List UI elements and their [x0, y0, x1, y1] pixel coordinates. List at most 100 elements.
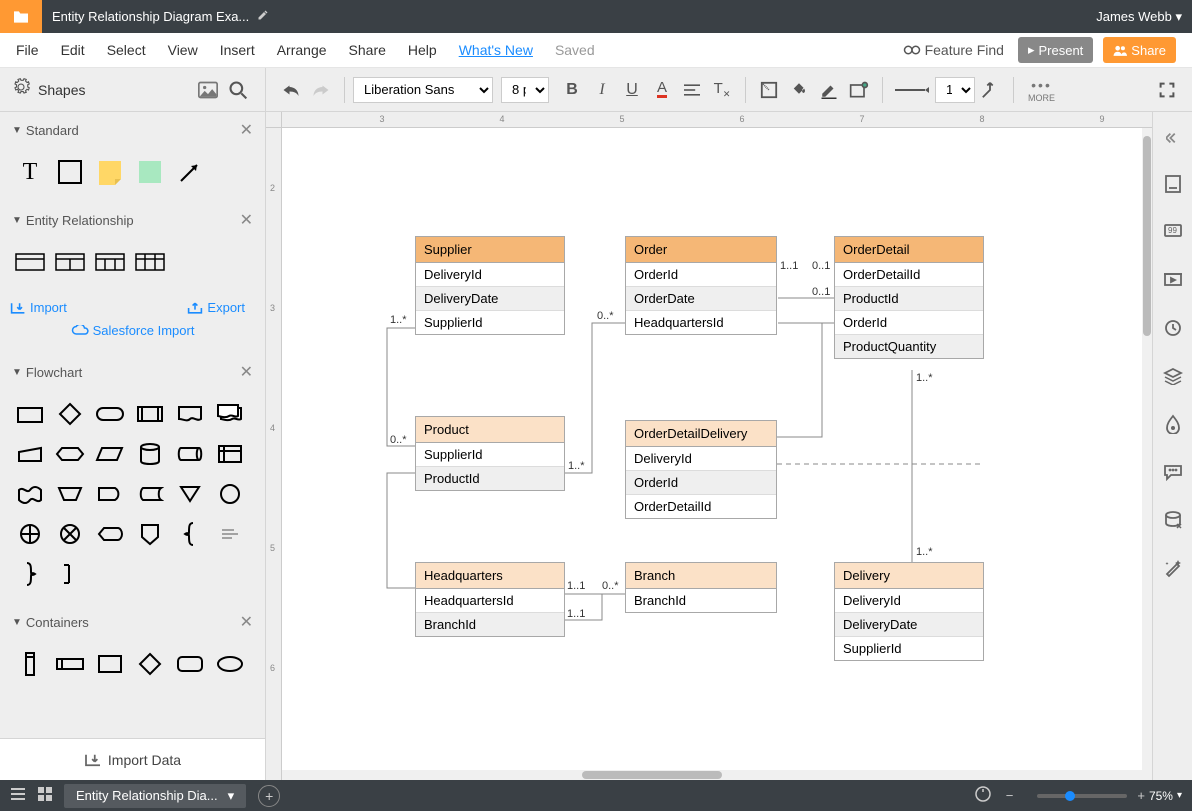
entity-delivery[interactable]: Delivery DeliveryId DeliveryDate Supplie… [834, 562, 984, 661]
close-icon[interactable]: ✕ [240, 612, 253, 632]
zoom-in-button[interactable]: + [1137, 788, 1145, 803]
gear-icon[interactable] [12, 78, 30, 101]
list-view-icon[interactable] [10, 787, 26, 804]
comments-icon[interactable]: 99 [1159, 218, 1187, 246]
cont-6[interactable] [210, 644, 250, 684]
section-entity[interactable]: ▼Entity Relationship✕ [0, 202, 265, 238]
magic-icon[interactable] [1159, 554, 1187, 582]
fc-internalstorage[interactable] [210, 434, 250, 474]
underline-icon[interactable]: U [619, 77, 645, 103]
fc-summing[interactable] [50, 514, 90, 554]
edit-title-icon[interactable] [257, 9, 269, 24]
fc-notetext[interactable] [210, 514, 250, 554]
user-menu[interactable]: James Webb ▾ [1096, 9, 1192, 25]
fc-bracer[interactable] [170, 514, 210, 554]
align-icon[interactable] [679, 77, 705, 103]
fc-display[interactable] [90, 514, 130, 554]
clear-format-icon[interactable]: T✕ [709, 77, 735, 103]
cont-3[interactable] [90, 644, 130, 684]
close-icon[interactable]: ✕ [240, 210, 253, 230]
er-shape-2[interactable] [50, 242, 90, 282]
line-width-select[interactable]: 1 px [935, 77, 975, 103]
canvas-area[interactable]: 3 4 5 6 7 8 9 2 3 4 5 6 7 [266, 112, 1152, 780]
font-size-select[interactable]: 8 pt [501, 77, 549, 103]
fc-delay[interactable] [90, 474, 130, 514]
italic-icon[interactable]: I [589, 77, 615, 103]
undo-icon[interactable] [278, 77, 304, 103]
section-standard[interactable]: ▼Standard✕ [0, 112, 265, 148]
layers-icon[interactable] [1159, 362, 1187, 390]
cont-2[interactable] [50, 644, 90, 684]
theme-icon[interactable] [1159, 410, 1187, 438]
fc-storeddata[interactable] [130, 474, 170, 514]
bold-icon[interactable]: B [559, 77, 585, 103]
actual-size-icon[interactable] [974, 785, 992, 806]
entity-orderdetail[interactable]: OrderDetail OrderDetailId ProductId Orde… [834, 236, 984, 359]
menu-insert[interactable]: Insert [220, 42, 255, 58]
close-icon[interactable]: ✕ [240, 362, 253, 382]
history-icon[interactable] [1159, 314, 1187, 342]
fc-note[interactable] [50, 554, 90, 594]
data-icon[interactable] [1159, 506, 1187, 534]
menu-share[interactable]: Share [349, 42, 386, 58]
search-icon[interactable] [225, 77, 251, 103]
fc-database[interactable] [130, 434, 170, 474]
fc-preparation[interactable] [50, 434, 90, 474]
line-shape-icon[interactable] [977, 77, 1003, 103]
zoom-value[interactable]: 75% [1149, 789, 1173, 803]
folder-icon[interactable] [0, 0, 42, 33]
fc-decision[interactable] [50, 394, 90, 434]
fc-papertape[interactable] [10, 474, 50, 514]
section-containers[interactable]: ▼Containers✕ [0, 604, 265, 640]
shape-note[interactable] [90, 152, 130, 192]
cont-4[interactable] [130, 644, 170, 684]
fc-process[interactable] [10, 394, 50, 434]
chat-icon[interactable] [1159, 458, 1187, 486]
er-shape-1[interactable] [10, 242, 50, 282]
menu-whats-new[interactable]: What's New [459, 42, 533, 58]
fc-manualinput[interactable] [10, 434, 50, 474]
fc-bracel[interactable] [10, 554, 50, 594]
fc-document[interactable] [170, 394, 210, 434]
shape-hotspot[interactable] [130, 152, 170, 192]
add-page-button[interactable]: + [258, 785, 280, 807]
fc-predefined[interactable] [130, 394, 170, 434]
present-button[interactable]: ▸ Present [1018, 37, 1093, 63]
page-tab[interactable]: Entity Relationship Dia...▾ [64, 784, 246, 808]
shape-line[interactable] [170, 152, 210, 192]
line-style-icon[interactable] [893, 77, 933, 103]
export-action[interactable]: Export [133, 296, 256, 319]
menu-arrange[interactable]: Arrange [277, 42, 327, 58]
zoom-out-button[interactable]: − [1006, 788, 1014, 803]
text-color-icon[interactable]: A [649, 77, 675, 103]
entity-headquarters[interactable]: Headquarters HeadquartersId BranchId [415, 562, 565, 637]
fc-multidoc[interactable] [210, 394, 250, 434]
shape-text[interactable]: T [10, 152, 50, 192]
fc-terminator[interactable] [90, 394, 130, 434]
menu-file[interactable]: File [16, 42, 39, 58]
present-icon[interactable] [1159, 266, 1187, 294]
menu-select[interactable]: Select [107, 42, 146, 58]
horizontal-scrollbar[interactable] [282, 770, 1152, 780]
border-color-icon[interactable] [816, 77, 842, 103]
er-shape-4[interactable] [130, 242, 170, 282]
image-icon[interactable] [195, 77, 221, 103]
font-select[interactable]: Liberation Sans [353, 77, 493, 103]
fc-merge[interactable] [170, 474, 210, 514]
fc-data[interactable] [90, 434, 130, 474]
fc-or[interactable] [10, 514, 50, 554]
entity-product[interactable]: Product SupplierId ProductId [415, 416, 565, 491]
fill-icon[interactable] [786, 77, 812, 103]
fullscreen-icon[interactable] [1154, 77, 1180, 103]
fc-directdata[interactable] [170, 434, 210, 474]
vertical-scrollbar[interactable] [1142, 128, 1152, 770]
section-flowchart[interactable]: ▼Flowchart✕ [0, 354, 265, 390]
close-icon[interactable]: ✕ [240, 120, 253, 140]
shape-options-icon[interactable] [846, 77, 872, 103]
page-settings-icon[interactable] [1159, 170, 1187, 198]
menu-view[interactable]: View [168, 42, 198, 58]
shape-block[interactable] [50, 152, 90, 192]
menu-edit[interactable]: Edit [61, 42, 85, 58]
cont-5[interactable] [170, 644, 210, 684]
grid-view-icon[interactable] [38, 787, 52, 804]
